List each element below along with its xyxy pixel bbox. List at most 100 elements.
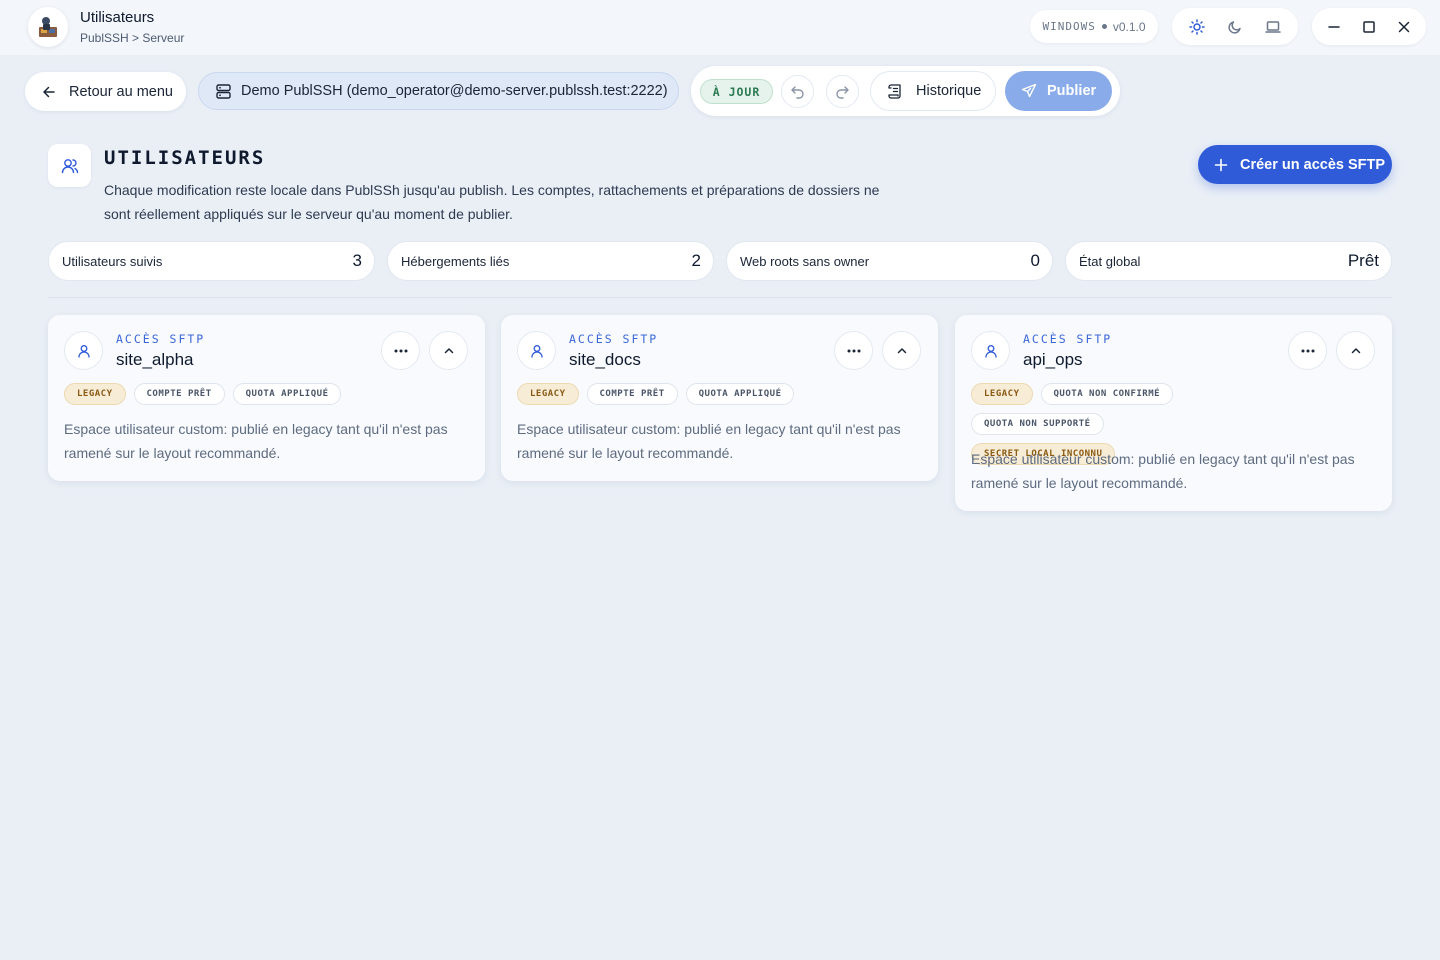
- chevron-up-icon: [1351, 347, 1360, 353]
- app-logo-icon: [39, 17, 57, 37]
- card-username: site_docs: [569, 350, 641, 369]
- laptop-icon: [1265, 20, 1281, 33]
- user-card: ACCÈS SFTP site_alpha LEGACY COMPTE PRÊT…: [48, 315, 485, 481]
- avatar: [517, 331, 556, 370]
- version-label: v0.1.0: [1112, 19, 1146, 34]
- tag-list: LEGACY COMPTE PRÊT QUOTA APPLIQUÉ: [64, 383, 469, 405]
- history-button[interactable]: Historique: [870, 71, 996, 111]
- scroll-icon: [888, 83, 901, 99]
- more-options-button[interactable]: [381, 331, 420, 370]
- theme-switcher: [1172, 8, 1298, 45]
- more-options-button[interactable]: [834, 331, 873, 370]
- arrow-left-icon: [43, 86, 55, 97]
- status-tag: LEGACY: [971, 383, 1033, 405]
- system-theme-button[interactable]: [1257, 11, 1289, 43]
- stat-label: Utilisateurs suivis: [62, 253, 163, 269]
- status-tag: QUOTA APPLIQUÉ: [685, 383, 795, 405]
- user-card: ACCÈS SFTP api_ops LEGACY QUOTA NON CONF…: [955, 315, 1392, 511]
- card-kicker: ACCÈS SFTP: [116, 332, 206, 346]
- os-label: WINDOWS: [1042, 20, 1096, 33]
- avatar: [971, 331, 1010, 370]
- publish-label: Publier: [1047, 83, 1097, 99]
- ellipsis-icon: [394, 349, 407, 352]
- history-label: Historique: [916, 83, 982, 99]
- light-theme-button[interactable]: [1181, 11, 1213, 43]
- user-card: ACCÈS SFTP site_docs LEGACY COMPTE PRÊT …: [501, 315, 938, 481]
- user-icon: [530, 344, 543, 358]
- back-label: Retour au menu: [69, 83, 173, 100]
- users-icon: [61, 158, 78, 173]
- publish-button[interactable]: Publier: [1005, 71, 1112, 111]
- moon-icon: [1228, 20, 1241, 34]
- chevron-up-icon: [897, 347, 906, 353]
- page-description: Chaque modification reste locale dans Pu…: [104, 182, 880, 222]
- status-tag: LEGACY: [64, 383, 126, 405]
- minimize-icon: [1327, 25, 1340, 28]
- redo-icon: [836, 86, 849, 99]
- stat-label: Hébergements liés: [401, 253, 510, 269]
- create-label: Créer un accès SFTP: [1240, 156, 1386, 173]
- card-description: Espace utilisateur custom: publié en leg…: [64, 421, 448, 461]
- collapse-button[interactable]: [429, 331, 468, 370]
- status-tag: QUOTA NON CONFIRMÉ: [1040, 383, 1174, 405]
- window-title: Utilisateurs: [80, 9, 155, 26]
- maximize-icon: [1363, 20, 1375, 33]
- collapse-button[interactable]: [1336, 331, 1375, 370]
- divider: [48, 297, 1392, 298]
- window-controls: [1312, 8, 1426, 45]
- server-label: Demo PublSSH (demo_operator@demo-server.…: [241, 83, 668, 99]
- tag-list: LEGACY COMPTE PRÊT QUOTA APPLIQUÉ: [517, 383, 922, 405]
- stat-value: 0: [1030, 251, 1040, 270]
- sync-status-badge: À JOUR: [700, 79, 773, 104]
- separator-dot: [1101, 24, 1107, 29]
- collapse-button[interactable]: [882, 331, 921, 370]
- user-icon: [77, 344, 90, 358]
- card-kicker: ACCÈS SFTP: [569, 332, 659, 346]
- os-version-badge: WINDOWS v0.1.0: [1030, 10, 1158, 43]
- ellipsis-icon: [1301, 349, 1314, 352]
- back-to-menu-button[interactable]: Retour au menu: [25, 72, 186, 111]
- user-icon: [984, 344, 997, 358]
- page-title: UTILISATEURS: [104, 147, 266, 169]
- maximize-button[interactable]: [1354, 12, 1384, 42]
- stat-global-state: État global Prêt: [1065, 241, 1392, 281]
- card-kicker: ACCÈS SFTP: [1023, 332, 1113, 346]
- stat-web-roots-without-owner: Web roots sans owner 0: [726, 241, 1053, 281]
- publish-toolbar: À JOUR Historique Publier: [691, 66, 1120, 116]
- stat-tracked-users: Utilisateurs suivis 3: [48, 241, 375, 281]
- stat-label: Web roots sans owner: [740, 253, 870, 269]
- status-tag: QUOTA APPLIQUÉ: [232, 383, 342, 405]
- server-selector[interactable]: Demo PublSSH (demo_operator@demo-server.…: [198, 72, 679, 110]
- chevron-up-icon: [444, 347, 453, 353]
- status-tag: COMPTE PRÊT: [586, 383, 678, 405]
- undo-icon: [791, 86, 804, 99]
- create-sftp-access-button[interactable]: Créer un accès SFTP: [1198, 145, 1392, 184]
- redo-button[interactable]: [826, 75, 859, 108]
- sun-icon: [1189, 18, 1205, 35]
- undo-button[interactable]: [781, 75, 814, 108]
- card-description: Espace utilisateur custom: publié en leg…: [517, 421, 901, 461]
- stat-value: Prêt: [1347, 251, 1379, 270]
- stat-label: État global: [1079, 253, 1141, 269]
- dark-theme-button[interactable]: [1219, 11, 1251, 43]
- ellipsis-icon: [847, 349, 860, 352]
- avatar: [64, 331, 103, 370]
- plus-icon: [1214, 158, 1228, 171]
- send-icon: [1021, 83, 1037, 98]
- status-tag: COMPTE PRÊT: [133, 383, 225, 405]
- status-tag: QUOTA NON SUPPORTÉ: [971, 413, 1104, 435]
- card-username: site_alpha: [116, 350, 194, 369]
- breadcrumb: PublSSH > Serveur: [80, 31, 185, 45]
- card-username: api_ops: [1023, 350, 1083, 369]
- users-section-icon: [48, 144, 91, 187]
- card-description: Espace utilisateur custom: publié en leg…: [971, 451, 1355, 491]
- server-icon: [216, 83, 231, 99]
- stat-value: 2: [691, 251, 701, 270]
- title-bar: Utilisateurs PublSSH > Serveur WINDOWS v…: [0, 0, 1440, 55]
- close-icon: [1399, 21, 1410, 32]
- status-tag: LEGACY: [517, 383, 579, 405]
- close-button[interactable]: [1389, 12, 1419, 42]
- more-options-button[interactable]: [1288, 331, 1327, 370]
- stat-value: 3: [352, 251, 362, 270]
- minimize-button[interactable]: [1319, 12, 1349, 42]
